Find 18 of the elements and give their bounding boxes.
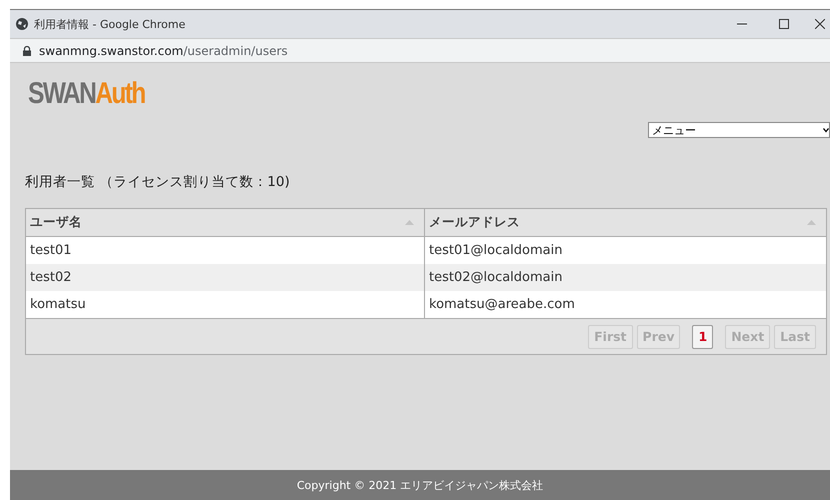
table-cell: komatsu — [26, 291, 425, 318]
logo: SWANAuth — [28, 79, 145, 109]
column-header[interactable]: ユーザ名 — [26, 209, 425, 236]
copyright-text: Copyright © 2021 エリアビイジャパン株式会社 — [296, 478, 544, 492]
lock-icon — [23, 46, 31, 56]
column-header[interactable]: メールアドレス — [425, 209, 826, 236]
page-heading: 利用者一覧 （ライセンス割り当て数：10) — [25, 173, 291, 191]
page-button[interactable]: 1 — [692, 324, 714, 348]
window-title: 利用者情報 - Google Chrome — [34, 16, 186, 32]
address-url[interactable]: swanmng.swanstor.com/useradmin/users — [39, 44, 288, 58]
maximize-icon[interactable] — [779, 19, 789, 29]
table-cell-text: test01@localdomain — [428, 242, 564, 260]
chevron-icon — [823, 127, 829, 133]
close-icon[interactable] — [815, 19, 825, 29]
table-cell-text: test02@localdomain — [428, 269, 564, 287]
menu-select[interactable]: メニュー — [648, 122, 830, 138]
table-cell-text: komatsu@areabe.com — [428, 296, 576, 314]
globe-icon — [16, 18, 28, 30]
